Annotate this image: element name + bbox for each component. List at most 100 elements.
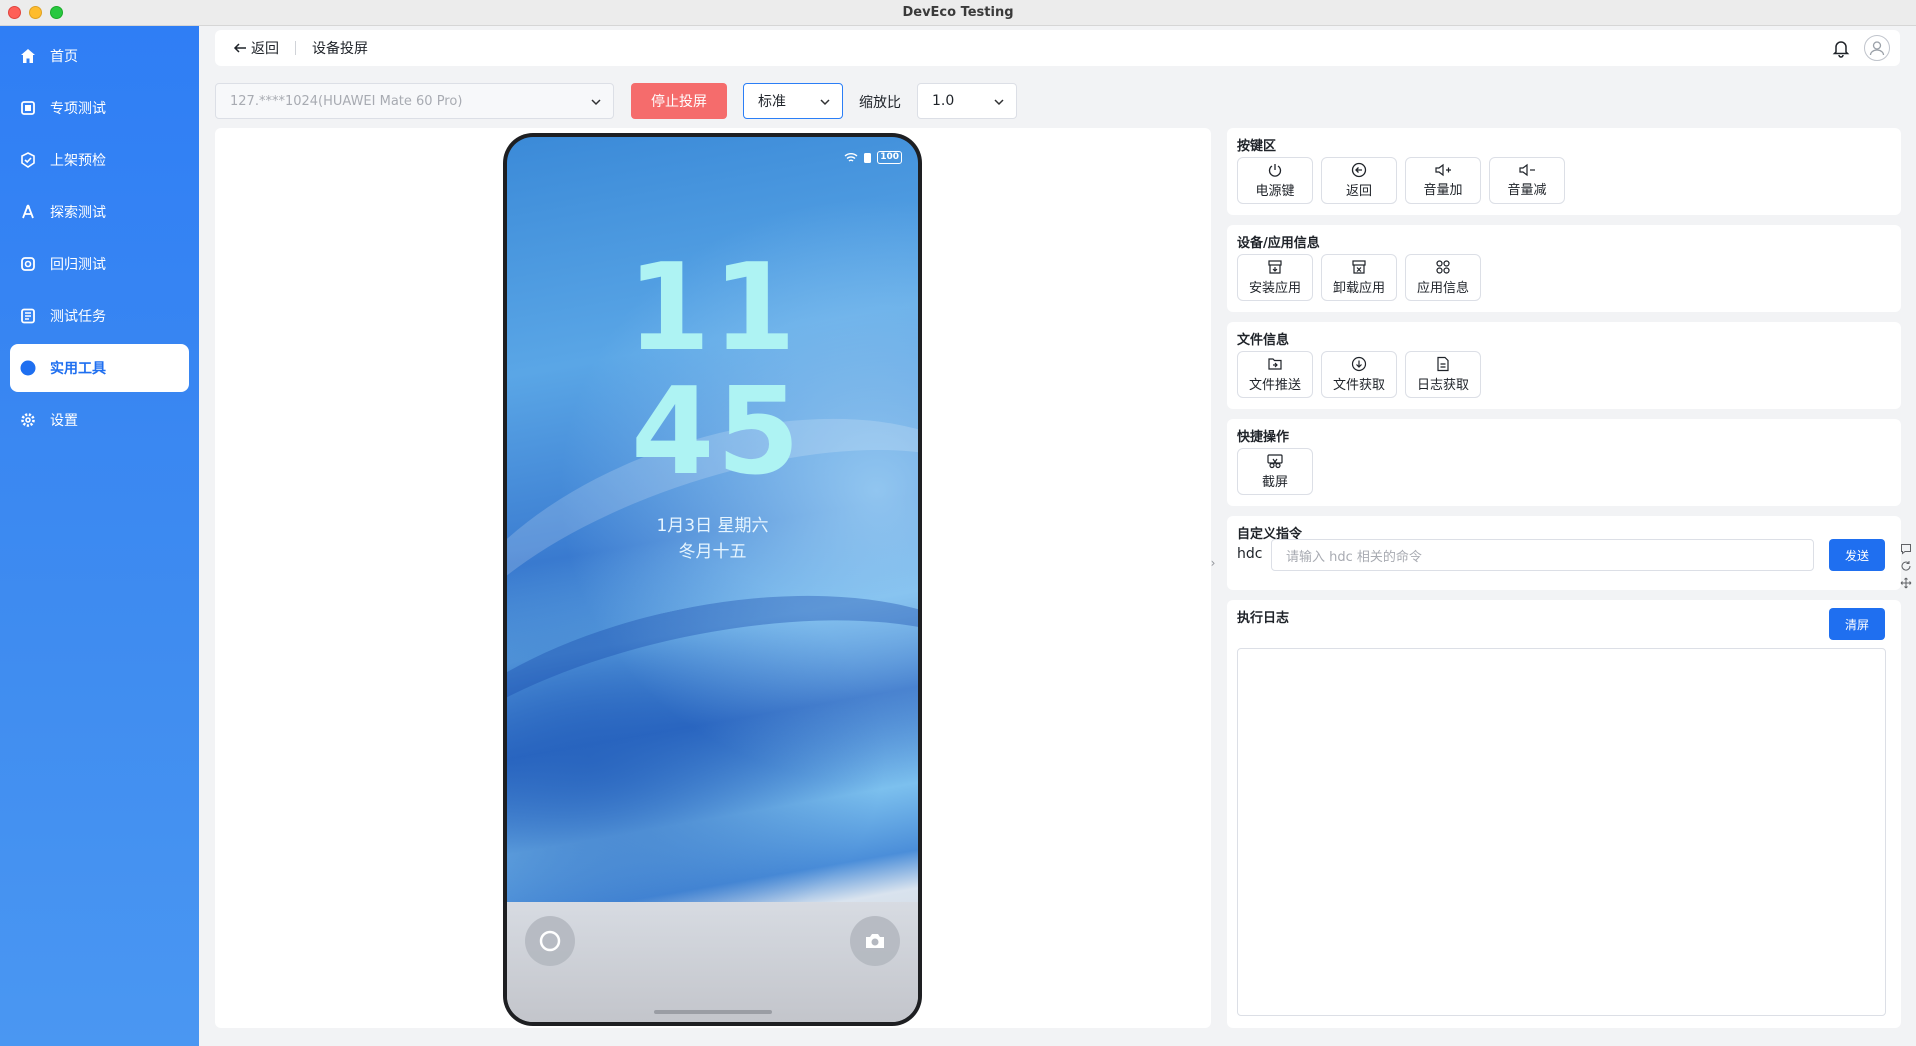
page-title: 设备投屏 <box>312 41 368 57</box>
file-pull-button[interactable]: 文件获取 <box>1321 351 1397 398</box>
feedback-icon[interactable] <box>1900 543 1912 555</box>
arrow-left-icon <box>233 43 246 53</box>
device-select[interactable]: 127.****1024(HUAWEI Mate 60 Pro) <box>215 83 614 119</box>
app-info-label: 应用信息 <box>1416 281 1469 296</box>
lockscreen-circle-button[interactable] <box>525 916 575 966</box>
collapse-panel-handle[interactable]: › <box>1206 552 1220 574</box>
log-fetch-label: 日志获取 <box>1416 378 1469 393</box>
execution-log-panel: 执行日志 清屏 <box>1227 600 1901 1028</box>
home-icon <box>18 46 38 66</box>
file-push-label: 文件推送 <box>1248 378 1301 393</box>
back-key-label: 返回 <box>1345 184 1372 199</box>
bell-icon[interactable] <box>1832 38 1850 62</box>
home-indicator[interactable] <box>653 1010 772 1014</box>
sidebar-item-label: 测试任务 <box>50 309 106 325</box>
chevron-down-icon <box>820 99 830 106</box>
download-circle-icon <box>1351 356 1367 372</box>
keys-panel-title: 按键区 <box>1237 139 1277 154</box>
sidebar-item-label: 回归测试 <box>50 257 106 273</box>
minimize-window-button[interactable] <box>29 6 42 19</box>
file-pull-label: 文件获取 <box>1332 378 1385 393</box>
quality-mode-value: 标准 <box>758 94 786 110</box>
shield-check-icon <box>18 150 38 170</box>
quality-mode-select[interactable]: 标准 <box>743 83 843 119</box>
back-circle-icon <box>1351 162 1367 178</box>
execution-log-title: 执行日志 <box>1237 611 1290 626</box>
sidebar-item-special-test[interactable]: 专项测试 <box>10 84 189 132</box>
gear-icon <box>18 410 38 430</box>
stop-screencast-button[interactable]: 停止投屏 <box>631 83 727 119</box>
device-info-panel-title: 设备/应用信息 <box>1237 236 1320 251</box>
volume-down-icon <box>1519 163 1535 177</box>
volume-up-button[interactable]: 音量加 <box>1405 157 1481 204</box>
lockscreen-camera-button[interactable] <box>850 916 900 966</box>
nfc-icon <box>864 152 872 163</box>
sidebar: 首页 专项测试 上架预检 探索测试 回归测试 测试任务 实用工具 设置 <box>0 26 199 1046</box>
install-app-label: 安装应用 <box>1248 281 1301 296</box>
special-test-icon <box>18 98 38 118</box>
maximize-window-button[interactable] <box>50 6 63 19</box>
close-window-button[interactable] <box>8 6 21 19</box>
app-info-button[interactable]: 应用信息 <box>1405 254 1481 301</box>
uninstall-icon <box>1352 260 1366 274</box>
sidebar-item-home[interactable]: 首页 <box>10 32 189 80</box>
circle-icon <box>539 930 561 952</box>
zoom-label: 缩放比 <box>859 95 901 111</box>
sidebar-item-label: 首页 <box>50 49 78 65</box>
screenshot-label: 截屏 <box>1261 475 1288 490</box>
back-button-label: 返回 <box>251 41 279 57</box>
log-fetch-button[interactable]: 日志获取 <box>1405 351 1481 398</box>
device-info-panel: 设备/应用信息 安装应用 卸载应用 应用信息 <box>1227 225 1901 312</box>
zoom-select-value: 1.0 <box>932 93 955 109</box>
chevron-down-icon <box>591 99 601 106</box>
status-bar: 100 <box>844 151 902 164</box>
header-divider <box>295 41 296 55</box>
avatar[interactable] <box>1864 35 1890 61</box>
refresh-icon[interactable] <box>1900 560 1912 572</box>
sidebar-item-tasks[interactable]: 测试任务 <box>10 292 189 340</box>
file-push-button[interactable]: 文件推送 <box>1237 351 1313 398</box>
sidebar-item-precheck[interactable]: 上架预检 <box>10 136 189 184</box>
uninstall-app-button[interactable]: 卸载应用 <box>1321 254 1397 301</box>
sidebar-item-label: 实用工具 <box>50 361 106 377</box>
wifi-icon <box>844 153 858 162</box>
move-icon[interactable] <box>1900 577 1912 589</box>
device-select-value: 127.****1024(HUAWEI Mate 60 Pro) <box>230 93 463 109</box>
screenshot-icon <box>1267 454 1283 469</box>
app-grid-icon <box>1436 260 1450 274</box>
clock-minutes: 45 <box>631 363 802 502</box>
floating-side-tools <box>1898 543 1914 589</box>
lockscreen-bottom <box>507 902 918 1022</box>
document-icon <box>1437 356 1449 372</box>
send-command-button[interactable]: 发送 <box>1829 539 1885 571</box>
sidebar-item-tools[interactable]: 实用工具 <box>10 344 189 392</box>
hdc-command-input[interactable]: 请输入 hdc 相关的命令 <box>1271 539 1814 571</box>
install-icon <box>1268 260 1282 274</box>
sidebar-item-label: 上架预检 <box>50 153 106 169</box>
back-button[interactable]: 返回 <box>233 38 279 58</box>
folder-upload-icon <box>1268 358 1282 370</box>
quick-actions-panel: 快捷操作 截屏 <box>1227 419 1901 506</box>
explore-icon <box>18 202 38 222</box>
device-screen[interactable]: 100 11 45 1月3日 星期六 冬月十五 <box>503 133 922 1026</box>
sidebar-item-regression[interactable]: 回归测试 <box>10 240 189 288</box>
screenshot-button[interactable]: 截屏 <box>1237 448 1313 495</box>
task-list-icon <box>18 306 38 326</box>
execution-log-output[interactable] <box>1237 648 1886 1016</box>
power-icon <box>1268 164 1282 177</box>
back-key-button[interactable]: 返回 <box>1321 157 1397 204</box>
volume-down-button[interactable]: 音量减 <box>1489 157 1565 204</box>
power-key-button[interactable]: 电源键 <box>1237 157 1313 204</box>
clear-log-button[interactable]: 清屏 <box>1829 608 1885 640</box>
install-app-button[interactable]: 安装应用 <box>1237 254 1313 301</box>
keys-panel: 按键区 电源键 返回 音量加 音量减 <box>1227 128 1901 215</box>
volume-up-label: 音量加 <box>1423 183 1463 198</box>
user-icon <box>1869 41 1885 56</box>
chevron-down-icon <box>994 99 1004 106</box>
window-title: DevEco Testing <box>902 5 1014 20</box>
sidebar-item-settings[interactable]: 设置 <box>10 396 189 444</box>
zoom-select[interactable]: 1.0 <box>917 83 1017 119</box>
sidebar-item-label: 探索测试 <box>50 205 106 221</box>
sidebar-item-explore[interactable]: 探索测试 <box>10 188 189 236</box>
phone-lockscreen[interactable]: 100 11 45 1月3日 星期六 冬月十五 <box>507 137 918 1022</box>
